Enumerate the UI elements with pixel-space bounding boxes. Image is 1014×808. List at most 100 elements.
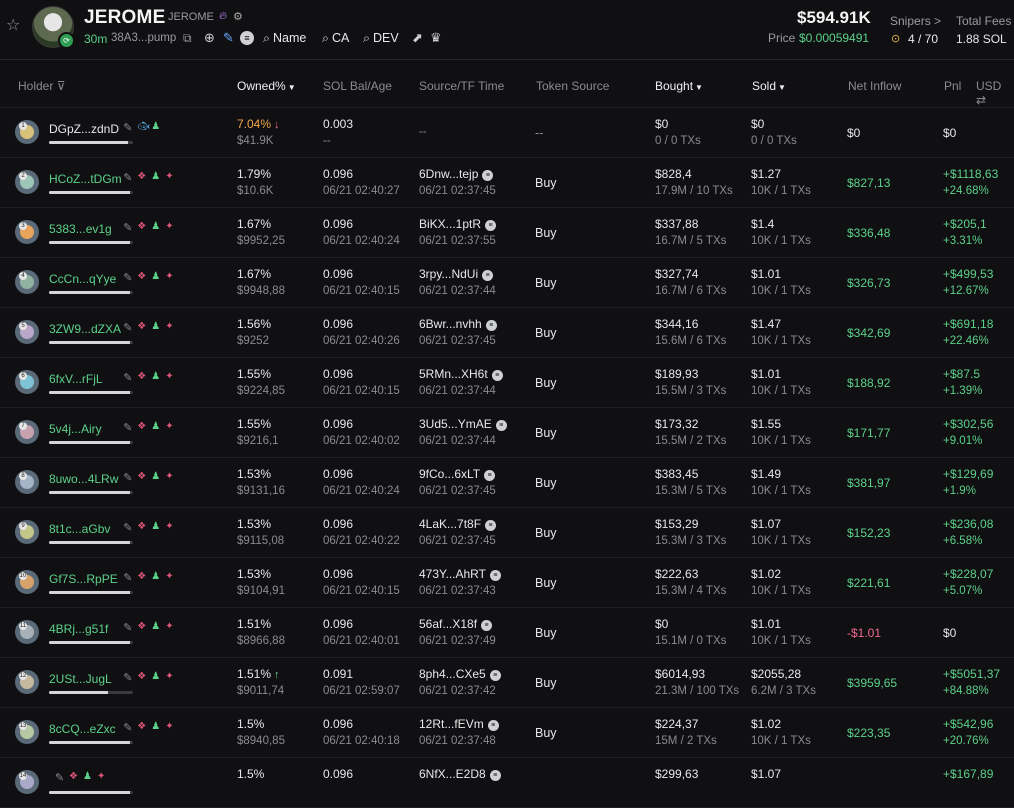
- table-row[interactable]: 6 6fxV...rFjL ✎ ❖ ♟ ✦ 1.55% $9224,85 0.0…: [0, 357, 1014, 408]
- globe-icon[interactable]: ⊕: [204, 30, 215, 46]
- funding-source[interactable]: 56af...X18f ≡: [419, 617, 493, 631]
- holder-address[interactable]: 8cCQ...eZxc: [49, 722, 116, 736]
- snipers-link[interactable]: Snipers >: [890, 14, 941, 28]
- funding-source[interactable]: 3Ud5...YmAE ≡: [419, 417, 507, 431]
- holder-avatar: 9: [15, 520, 39, 544]
- edit-icon[interactable]: ✎: [123, 671, 132, 684]
- table-row[interactable]: 3 5383...ev1g ✎ ❖ ♟ ✦ 1.67% $9952,25 0.0…: [0, 207, 1014, 258]
- crown-icon[interactable]: ♛: [430, 30, 442, 46]
- table-row[interactable]: 10 Gf7S...RpPE ✎ ❖ ♟ ✦ 1.53% $9104,91 0.…: [0, 557, 1014, 608]
- holder-address[interactable]: 6fxV...rFjL: [49, 372, 103, 386]
- col-pnl[interactable]: Pnl: [944, 79, 961, 93]
- holder-address[interactable]: 5383...ev1g: [49, 222, 112, 236]
- funding-source[interactable]: 9fCo...6xLT ≡: [419, 467, 496, 481]
- holder-address[interactable]: Gf7S...RpPE: [49, 572, 118, 586]
- bought-txs: 15.5M / 3 TXs: [655, 385, 727, 397]
- edit-icon[interactable]: ✎: [123, 171, 132, 184]
- col-holder[interactable]: Holder ⊽: [18, 79, 66, 93]
- pump-icon[interactable]: ≡: [240, 31, 254, 45]
- search-dev-link[interactable]: ⌕ DEV: [363, 31, 399, 46]
- token-address: 38A3...pump: [111, 32, 177, 44]
- funding-source[interactable]: 6Dnw...tejp ≡: [419, 167, 494, 181]
- holder-address[interactable]: 8uwo...4LRw: [49, 472, 118, 486]
- edit-icon[interactable]: ✎: [123, 721, 132, 734]
- holder-rank: 2: [19, 172, 27, 180]
- holder-address[interactable]: 8t1c...aGbv: [49, 522, 110, 536]
- user-icon: ♟: [83, 771, 92, 782]
- funding-source[interactable]: 8ph4...CXe5 ≡: [419, 667, 501, 681]
- funding-source[interactable]: 5RMn...XH6t ≡: [419, 367, 503, 381]
- search-ca-link[interactable]: ⌕ CA: [322, 31, 349, 46]
- edit-icon[interactable]: ✎: [123, 121, 132, 134]
- edit-icon[interactable]: ✎: [123, 571, 132, 584]
- exchange-icon: ≡: [485, 220, 497, 231]
- pnl-percent: +22.46%: [943, 335, 989, 347]
- col-sold[interactable]: Sold ▼: [752, 79, 786, 93]
- copy-icon[interactable]: ⧉: [183, 31, 192, 46]
- col-bought[interactable]: Bought ▼: [655, 79, 703, 93]
- table-row[interactable]: 2 HCoZ...tDGm ✎ ❖ ♟ ✦ 1.79% $10.6K 0.096…: [0, 157, 1014, 208]
- funding-source[interactable]: 6Bwr...nvhh ≡: [419, 317, 497, 331]
- table-row[interactable]: 4 CcCn...qYye ✎ ❖ ♟ ✦ 1.67% $9948,88 0.0…: [0, 257, 1014, 308]
- sol-balance: 0.096: [323, 167, 354, 181]
- edit-icon[interactable]: ✎: [123, 421, 132, 434]
- owned-usd: $9216,1: [237, 435, 279, 447]
- col-sol-bal[interactable]: SOL Bal/Age: [323, 79, 392, 93]
- bought-usd: $173,32: [655, 417, 699, 431]
- filter-icon[interactable]: ⊽: [57, 79, 66, 93]
- table-row[interactable]: 7 5v4j...Airy ✎ ❖ ♟ ✦ 1.55% $9216,1 0.09…: [0, 407, 1014, 458]
- holder-address[interactable]: 5v4j...Airy: [49, 422, 102, 436]
- funding-source[interactable]: 12Rt...fEVm ≡: [419, 717, 499, 731]
- feather-icon[interactable]: ✎: [223, 30, 234, 46]
- net-inflow: $827,13: [847, 176, 891, 190]
- holder-address[interactable]: 3ZW9...dZXA: [49, 322, 121, 336]
- edit-icon[interactable]: ✎: [123, 521, 132, 534]
- table-row[interactable]: 12 2USt...JugL ✎ ❖ ♟ ✦ 1.51% ↑ $9011,74 0…: [0, 657, 1014, 708]
- col-net-inflow[interactable]: Net Inflow: [848, 79, 901, 93]
- sold-usd: $1.4: [751, 217, 775, 231]
- holder-address[interactable]: 4BRj...g51f: [49, 622, 108, 636]
- holder-address[interactable]: HCoZ...tDGm: [49, 172, 122, 186]
- table-row[interactable]: 9 8t1c...aGbv ✎ ❖ ♟ ✦ 1.53% $9115,08 0.0…: [0, 507, 1014, 558]
- holder-age: 06/21 02:40:15: [323, 585, 400, 597]
- edit-icon[interactable]: ✎: [123, 621, 132, 634]
- search-name-link[interactable]: ⌕ Name: [263, 31, 306, 46]
- bundle-icon: ❖: [137, 371, 147, 382]
- user-icon: ♟: [151, 521, 161, 532]
- edit-icon[interactable]: ✎: [123, 321, 132, 334]
- net-inflow: $152,23: [847, 526, 891, 540]
- funding-source[interactable]: 3rpy...NdUi ≡: [419, 267, 494, 281]
- owned-usd: $41.9K: [237, 135, 274, 147]
- holder-address[interactable]: 2USt...JugL: [49, 672, 112, 686]
- col-owned[interactable]: Owned% ▼: [237, 79, 296, 93]
- col-source[interactable]: Source/TF Time: [419, 79, 504, 93]
- table-row[interactable]: 11 4BRj...g51f ✎ ❖ ♟ ✦ 1.51% $8966,88 0.…: [0, 607, 1014, 658]
- edit-icon[interactable]: ✎: [123, 271, 132, 284]
- holder-rank: 9: [19, 522, 27, 530]
- table-row[interactable]: 13 8cCQ...eZxc ✎ ❖ ♟ ✦ 1.5% $8940,85 0.0…: [0, 707, 1014, 758]
- share-icon[interactable]: ⬈: [412, 30, 423, 46]
- token-header: ☆ ⟳ JEROME JEROME 🔥︎ ⚙ 30m 38A3...pump ⧉…: [0, 0, 1014, 58]
- star-icon[interactable]: ☆: [6, 18, 22, 34]
- col-token-source[interactable]: Token Source: [536, 79, 609, 93]
- table-row[interactable]: 1 DGpZ...zdnD ✎ 🐟︎ ♟ 7.04% ↓ $41.9K 0.003…: [0, 107, 1014, 158]
- edit-icon[interactable]: ✎: [123, 371, 132, 384]
- holder-avatar: 13: [15, 720, 39, 744]
- sol-balance: 0.096: [323, 267, 354, 281]
- funding-source[interactable]: 6NfX...E2D8 ≡: [419, 767, 501, 781]
- funding-source[interactable]: 4LaK...7t8F ≡: [419, 517, 497, 531]
- edit-icon[interactable]: ✎: [123, 221, 132, 234]
- holder-address[interactable]: DGpZ...zdnD: [49, 122, 119, 136]
- edit-icon[interactable]: ✎: [123, 471, 132, 484]
- table-row[interactable]: 8 8uwo...4LRw ✎ ❖ ♟ ✦ 1.53% $9131,16 0.0…: [0, 457, 1014, 508]
- fish-icon: 🐟︎: [137, 121, 150, 132]
- holder-address[interactable]: CcCn...qYye: [49, 272, 116, 286]
- funding-source[interactable]: 473Y...AhRT ≡: [419, 567, 501, 581]
- table-row[interactable]: 5 3ZW9...dZXA ✎ ❖ ♟ ✦ 1.56% $9252 0.096 …: [0, 307, 1014, 358]
- funding-source[interactable]: BiKX...1ptR ≡: [419, 217, 497, 231]
- currency-toggle[interactable]: USD ⇄: [976, 79, 1014, 107]
- table-row[interactable]: 14 ✎ ❖ ♟ ✦ 1.5% 0.096 6NfX...E2D8 ≡ $299,…: [0, 757, 1014, 808]
- bought-usd: $222,63: [655, 567, 699, 581]
- edit-icon[interactable]: ✎: [55, 771, 64, 784]
- user-icon: ♟: [151, 171, 161, 182]
